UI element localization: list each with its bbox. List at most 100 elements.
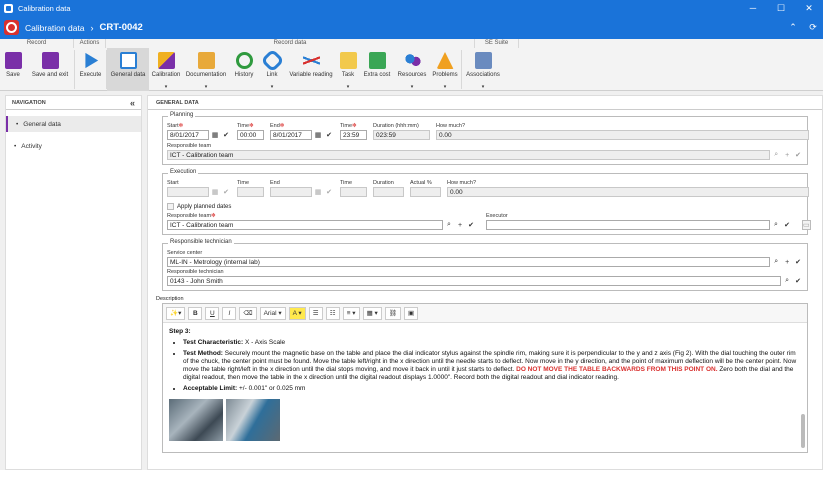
window-titlebar: Calibration data ─ ☐ ✕: [0, 0, 823, 16]
save-exit-icon: [41, 52, 59, 69]
exec-time-label: Time: [237, 180, 250, 186]
executor-label: Executor: [486, 213, 508, 219]
image-button[interactable]: ▣: [404, 306, 419, 320]
search-icon[interactable]: ⌕: [782, 276, 792, 286]
history-label: History: [234, 72, 254, 78]
check-icon[interactable]: ✔: [793, 257, 803, 267]
link-button[interactable]: Link ▾: [259, 48, 285, 91]
nav-title: NAVIGATION: [12, 99, 46, 106]
list-item: Test Method: Securely mount the magnetic…: [183, 350, 801, 382]
apply-planned-dates-checkbox[interactable]: [167, 203, 174, 210]
module-logo-icon: [4, 20, 19, 35]
problems-button[interactable]: Problems ▾: [429, 48, 461, 91]
search-icon[interactable]: ⌕: [771, 220, 781, 230]
exec-end-time-input: [340, 187, 367, 197]
save-button[interactable]: Save: [0, 48, 26, 91]
acceptable-limit-title: Acceptable Limit:: [183, 385, 238, 392]
end-time-input[interactable]: 23:59: [340, 130, 367, 140]
calibration-button[interactable]: Calibration ▾: [149, 48, 183, 91]
pencil-icon: [157, 52, 175, 69]
responsible-technician-label: Responsible technician: [167, 269, 224, 275]
task-button[interactable]: Task ▾: [337, 48, 359, 91]
exec-time-label: Time: [340, 180, 353, 186]
magic-format-button[interactable]: ✨▾: [166, 306, 186, 320]
align-button[interactable]: ≡ ▾: [342, 306, 360, 320]
end-date-input[interactable]: 8/01/2017: [270, 130, 312, 140]
execute-button[interactable]: Execute: [75, 48, 106, 91]
check-icon: ✔: [326, 189, 332, 196]
machine-photo-1[interactable]: [169, 399, 223, 441]
bullet-icon: •: [14, 142, 17, 150]
technician-section: Responsible technician Service center ML…: [162, 239, 808, 291]
bold-button[interactable]: B: [188, 306, 203, 320]
resources-button[interactable]: Resources ▾: [395, 48, 429, 91]
calendar-icon: ▦: [314, 189, 322, 196]
calendar-icon[interactable]: ▦: [313, 130, 323, 140]
bullet-list-button[interactable]: ☰: [308, 306, 323, 320]
nav-item-general-data[interactable]: • General data: [6, 116, 141, 132]
search-icon: ⌕: [774, 151, 779, 158]
variable-reading-button[interactable]: Variable reading: [285, 48, 337, 91]
check-icon[interactable]: ✔: [782, 220, 792, 230]
execute-label: Execute: [79, 72, 102, 78]
extra-cost-button[interactable]: Extra cost: [359, 48, 395, 91]
refresh-icon[interactable]: ⟳: [803, 22, 823, 33]
list-item: Acceptable Limit: +/- 0.001" or 0.025 mm: [183, 385, 801, 393]
documentation-button[interactable]: Documentation ▾: [183, 48, 229, 91]
associations-button[interactable]: Associations ▾: [462, 48, 504, 91]
add-icon[interactable]: +: [455, 220, 465, 230]
general-data-button[interactable]: General data: [107, 48, 149, 91]
eraser-button[interactable]: ⌫: [239, 306, 257, 320]
history-button[interactable]: History: [229, 48, 259, 91]
how-much-input: 0.00: [436, 130, 809, 140]
table-button[interactable]: ▦ ▾: [362, 306, 382, 320]
italic-button[interactable]: I: [222, 306, 237, 320]
save-and-exit-button[interactable]: Save and exit: [26, 48, 74, 91]
search-icon[interactable]: ⌕: [444, 220, 454, 230]
app-icon: [4, 3, 13, 13]
start-date-input[interactable]: 8/01/2017: [167, 130, 209, 140]
check-icon[interactable]: ✔: [221, 130, 231, 140]
warning-text: DO NOT MOVE THE TABLE BACKWARDS FROM THI…: [516, 366, 718, 373]
calendar-icon[interactable]: ▦: [210, 130, 220, 140]
collapse-nav-icon[interactable]: «: [130, 98, 135, 108]
collapse-up-icon[interactable]: ⌃: [783, 22, 803, 33]
executor-extra-button[interactable]: ▭: [802, 220, 811, 230]
check-icon[interactable]: ✔: [793, 276, 803, 286]
apply-planned-dates-label: Apply planned dates: [177, 203, 232, 210]
link-button[interactable]: ⛓: [384, 306, 402, 320]
how-much-label: How much?: [436, 123, 466, 129]
search-icon[interactable]: ⌕: [771, 257, 781, 267]
maximize-button[interactable]: ☐: [767, 0, 795, 16]
ribbon-toolbar: Record Actions Record data SE Suite Save…: [0, 39, 823, 91]
save-icon: [4, 52, 22, 69]
editor-scrollbar[interactable]: [801, 414, 805, 448]
nav-item-label: General data: [23, 120, 61, 128]
minimize-button[interactable]: ─: [739, 0, 767, 16]
general-data-label: General data: [110, 72, 146, 78]
close-button[interactable]: ✕: [795, 0, 823, 16]
service-center-input[interactable]: ML-IN - Metrology (internal lab): [167, 257, 771, 267]
description-editor[interactable]: ✨▾ B U I ⌫ Arial ▾ A ▾ ☰ ☷ ≡ ▾ ▦ ▾ ⛓ ▣ S…: [162, 303, 808, 453]
check-icon[interactable]: ✔: [324, 130, 334, 140]
machine-photo-2[interactable]: [226, 399, 280, 441]
nav-item-activity[interactable]: • Activity: [6, 138, 141, 154]
editor-body[interactable]: Step 3: Test Characteristic: X - Axis Sc…: [163, 323, 807, 446]
responsible-technician-input[interactable]: 0143 - John Smith: [167, 276, 782, 286]
font-select[interactable]: Arial ▾: [259, 306, 286, 320]
warning-icon: [436, 52, 454, 69]
check-icon: ✔: [795, 152, 801, 159]
resources-label: Resources: [397, 72, 427, 78]
executor-input[interactable]: [486, 220, 770, 230]
numbered-list-button[interactable]: ☷: [325, 306, 340, 320]
section-title: GENERAL DATA: [148, 96, 822, 110]
underline-button[interactable]: U: [205, 306, 220, 320]
start-time-input[interactable]: 00:00: [237, 130, 264, 140]
check-icon[interactable]: ✔: [466, 220, 476, 230]
exec-team-input[interactable]: ICT - Calibration team: [167, 220, 443, 230]
exec-how-much-input: 0.00: [447, 187, 809, 197]
group-record: Record: [0, 39, 74, 48]
text-color-button[interactable]: A ▾: [288, 306, 306, 320]
add-icon[interactable]: +: [782, 257, 792, 267]
exec-start-label: Start: [167, 180, 179, 186]
